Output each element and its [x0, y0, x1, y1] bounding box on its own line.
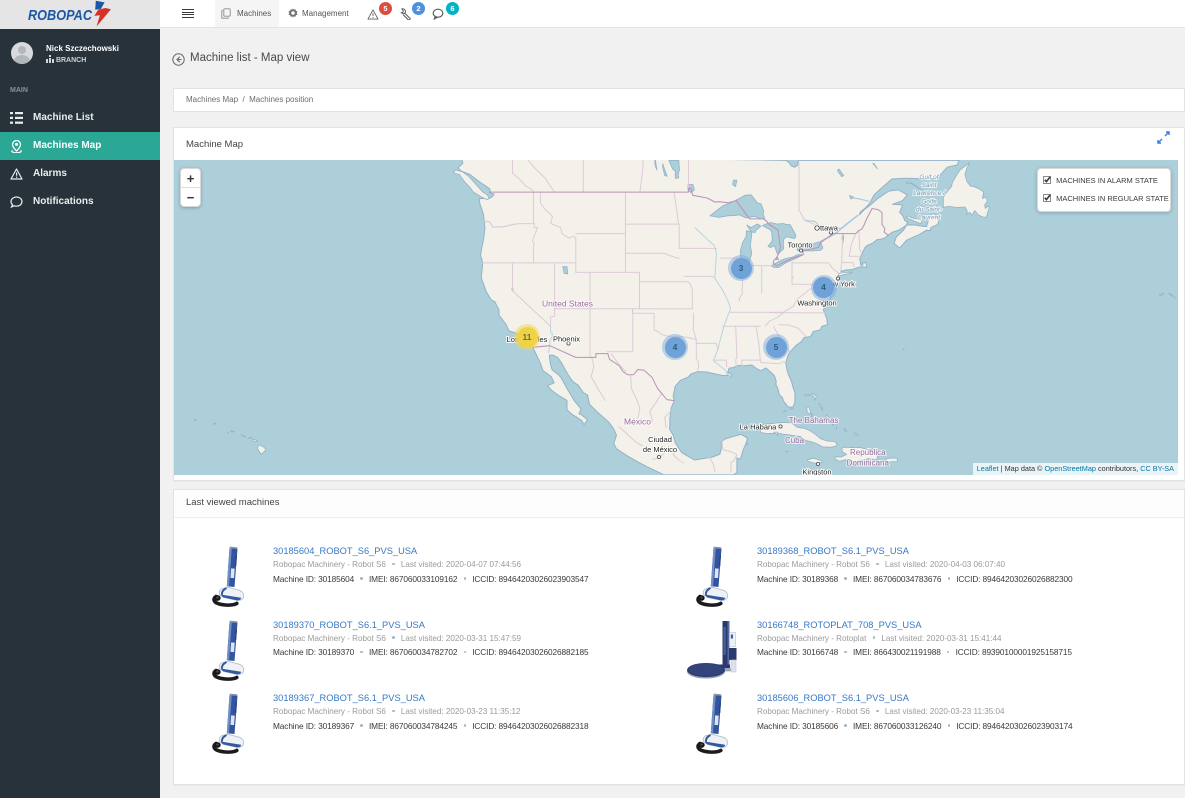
svg-text:The Bahamas: The Bahamas [789, 416, 839, 425]
svg-text:United States: United States [542, 299, 593, 309]
svg-text:du Saint-: du Saint- [916, 206, 943, 213]
svg-text:Cuba: Cuba [785, 436, 805, 445]
svg-text:Phoenix: Phoenix [553, 335, 580, 344]
svg-text:México: México [624, 417, 651, 427]
svg-text:Lawrence /: Lawrence / [913, 190, 946, 197]
svg-text:Gulf of: Gulf of [919, 174, 939, 181]
svg-text:Ottawa: Ottawa [814, 224, 839, 233]
svg-text:Dominicana: Dominicana [847, 459, 890, 468]
svg-text:Toronto: Toronto [787, 241, 812, 250]
svg-text:Ciudad: Ciudad [648, 435, 672, 444]
svg-text:La Habana: La Habana [740, 423, 778, 432]
svg-text:ROBOPAC: ROBOPAC [28, 7, 93, 24]
svg-text:Saint: Saint [922, 182, 938, 189]
svg-text:Kingston: Kingston [802, 468, 831, 476]
svg-text:República: República [850, 448, 886, 457]
svg-text:Laurent: Laurent [918, 215, 941, 222]
svg-text:Washington: Washington [797, 299, 836, 308]
svg-text:de México: de México [643, 445, 677, 454]
svg-text:Golfe: Golfe [921, 198, 937, 205]
